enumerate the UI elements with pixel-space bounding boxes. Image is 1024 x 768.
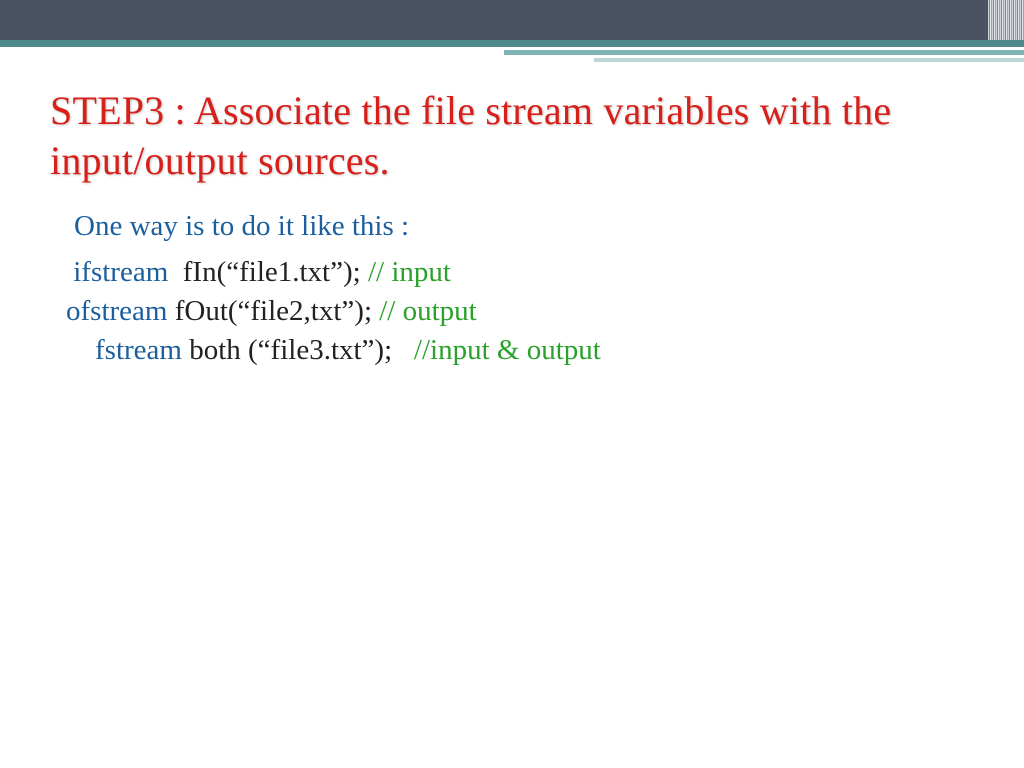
code-keyword: fstream <box>95 334 182 366</box>
code-block: ifstream fIn(“file1.txt”); // input ofst… <box>66 253 984 370</box>
accent-thick <box>0 40 1024 47</box>
accent-light <box>594 58 1024 62</box>
code-row: ifstream fIn(“file1.txt”); // input <box>66 253 984 292</box>
code-row: ofstream fOut(“file2,txt”); // output <box>66 292 984 331</box>
code-comment: // input <box>368 256 451 288</box>
slide-content: STEP3 : Associate the file stream variab… <box>50 86 984 370</box>
slide-title: STEP3 : Associate the file stream variab… <box>50 86 984 186</box>
title-label: STEP3 : <box>50 88 194 133</box>
code-gap <box>168 256 183 288</box>
header-edge-strip <box>988 0 1024 40</box>
code-identifier: fIn(“file1.txt”); <box>183 256 368 288</box>
code-gap <box>167 295 174 327</box>
code-row: fstream both (“file3.txt”); //input & ou… <box>66 331 984 370</box>
code-comment: //input & output <box>414 334 601 366</box>
code-keyword: ifstream <box>73 256 168 288</box>
code-identifier: fOut(“file2,txt”); <box>175 295 380 327</box>
slide-subtitle: One way is to do it like this : <box>74 210 984 243</box>
code-keyword: ofstream <box>66 295 167 327</box>
accent-mid <box>504 50 1024 55</box>
header-bar <box>0 0 1024 40</box>
accent-lines <box>0 40 1024 64</box>
code-comment: // output <box>379 295 476 327</box>
code-indent <box>66 334 95 366</box>
code-identifier: both (“file3.txt”); <box>189 334 414 366</box>
